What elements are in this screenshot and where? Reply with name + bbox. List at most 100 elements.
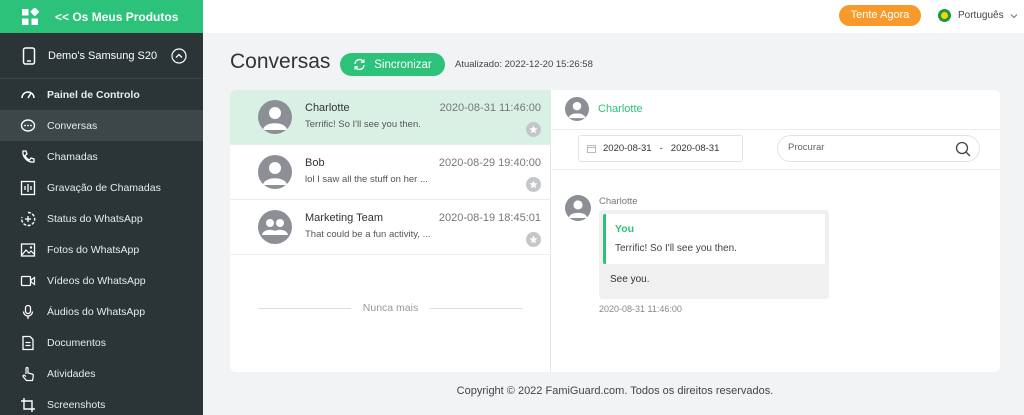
avatar	[258, 210, 292, 244]
conversation-name: Bob	[305, 157, 325, 169]
sidebar-item-call-recording[interactable]: Gravação de Chamadas	[0, 172, 203, 203]
sidebar-item-dashboard[interactable]: Painel de Controlo	[0, 79, 203, 110]
chat-header: Charlotte	[552, 90, 1000, 130]
language-selector[interactable]: Português	[938, 9, 1018, 22]
sidebar-item-label: Fotos do WhatsApp	[47, 243, 140, 256]
conversation-name: Marketing Team	[305, 212, 384, 224]
sidebar-item-label: Documentos	[47, 336, 106, 349]
page-title: Conversas	[230, 50, 331, 73]
date-range-picker[interactable]: 2020-08-31 - 2020-08-31	[578, 135, 743, 162]
conversation-list: Charlotte 2020-08-31 11:46:00 Terrific! …	[230, 90, 551, 372]
sidebar-item-label: Screenshots	[47, 398, 106, 411]
sidebar-item-whatsapp-audios[interactable]: Áudios do WhatsApp	[0, 296, 203, 327]
footer-copyright: Copyright © 2022 FamiGuard.com. Todos os…	[456, 385, 774, 397]
conversation-time: 2020-08-31 11:46:00	[439, 102, 541, 114]
search-box[interactable]	[777, 135, 980, 162]
quote-text: Terrific! So I'll see you then.	[615, 243, 737, 254]
star-icon[interactable]	[526, 232, 541, 247]
message-bubble: You Terrific! So I'll see you then. See …	[599, 210, 829, 299]
list-end-divider: Nunca mais	[258, 302, 524, 314]
sidebar-header: << Os Meus Produtos	[0, 0, 203, 33]
message-sender: Charlotte	[599, 196, 638, 207]
dashboard-icon	[21, 90, 35, 98]
list-end-label: Nunca mais	[362, 302, 419, 314]
conversation-preview: lol I saw all the stuff on her ...	[305, 174, 428, 185]
user-silhouette-icon	[568, 101, 586, 119]
chat-bubble-icon	[20, 118, 36, 132]
try-now-button[interactable]: Tente Agora	[839, 5, 921, 26]
quoted-message: You Terrific! So I'll see you then.	[603, 214, 825, 264]
sidebar-item-label: Painel de Controlo	[47, 88, 140, 101]
conversation-preview: That could be a fun activity, ...	[305, 229, 431, 240]
avatar	[258, 155, 292, 189]
document-icon	[22, 335, 34, 350]
date-from: 2020-08-31	[603, 143, 652, 154]
device-name: Demo's Samsung S20	[48, 49, 158, 62]
sidebar-item-documents[interactable]: Documentos	[0, 327, 203, 358]
user-silhouette-icon	[568, 200, 588, 218]
crop-icon	[21, 397, 35, 412]
conversation-item[interactable]: Marketing Team 2020-08-19 18:45:01 That …	[230, 200, 551, 255]
sidebar-item-label: Vídeos do WhatsApp	[47, 274, 146, 287]
search-icon[interactable]	[955, 141, 971, 157]
user-silhouette-icon	[263, 107, 287, 130]
date-separator: -	[659, 143, 663, 154]
conversation-item[interactable]: Bob 2020-08-29 19:40:00 lol I saw all th…	[230, 145, 551, 200]
sidebar-item-label: Chamadas	[47, 150, 98, 163]
chat-contact-name: Charlotte	[598, 103, 643, 115]
conversation-time: 2020-08-19 18:45:01	[438, 212, 541, 224]
sidebar-item-label: Gravação de Chamadas	[47, 181, 161, 194]
group-icon	[262, 219, 288, 235]
sidebar-item-label: Status do WhatsApp	[47, 212, 143, 225]
sidebar-item-screenshots[interactable]: Screenshots	[0, 389, 203, 415]
search-input[interactable]	[788, 142, 938, 153]
calendar-icon	[587, 145, 596, 153]
star-icon[interactable]	[526, 122, 541, 137]
conversations-panel: Charlotte 2020-08-31 11:46:00 Terrific! …	[230, 90, 1000, 372]
brazil-flag-icon	[938, 9, 951, 22]
sidebar-item-conversations[interactable]: Conversas	[0, 110, 203, 141]
my-products-link[interactable]: << Os Meus Produtos	[55, 10, 178, 24]
user-silhouette-icon	[263, 162, 287, 185]
sidebar: << Os Meus Produtos Demo's Samsung S20 P…	[0, 0, 203, 415]
refresh-icon	[354, 58, 365, 71]
sidebar-item-calls[interactable]: Chamadas	[0, 141, 203, 172]
sync-label: Sincronizar	[374, 58, 432, 71]
conversation-preview: Terrific! So I'll see you then.	[305, 119, 421, 130]
avatar	[258, 100, 292, 134]
image-icon	[20, 242, 36, 257]
language-label: Português	[958, 10, 1004, 21]
hand-pointer-icon	[22, 366, 34, 381]
video-icon	[20, 275, 36, 286]
chat-pane: Charlotte 2020-08-31 - 2020-08-31 Charlo…	[552, 90, 1000, 372]
conversation-item[interactable]: Charlotte 2020-08-31 11:46:00 Terrific! …	[230, 90, 551, 145]
apps-grid-icon[interactable]	[21, 7, 39, 26]
status-icon	[20, 211, 36, 226]
message-time: 2020-08-31 11:46:00	[599, 304, 682, 314]
sidebar-item-whatsapp-videos[interactable]: Vídeos do WhatsApp	[0, 265, 203, 296]
quote-author: You	[615, 223, 635, 235]
sidebar-item-whatsapp-status[interactable]: Status do WhatsApp	[0, 203, 203, 234]
call-recording-icon	[20, 180, 36, 195]
star-icon[interactable]	[526, 177, 541, 192]
avatar	[565, 195, 591, 221]
date-to: 2020-08-31	[670, 143, 720, 154]
avatar	[565, 97, 589, 121]
device-selector[interactable]: Demo's Samsung S20	[0, 33, 203, 79]
sidebar-item-label: Áudios do WhatsApp	[47, 305, 146, 318]
smartphone-icon	[22, 46, 36, 65]
sidebar-item-whatsapp-photos[interactable]: Fotos do WhatsApp	[0, 234, 203, 265]
chat-filters: 2020-08-31 - 2020-08-31	[552, 130, 1000, 170]
chevron-up-icon[interactable]	[171, 47, 187, 64]
sidebar-item-label: Atividades	[47, 367, 96, 380]
conversation-name: Charlotte	[305, 102, 350, 114]
message-text: See you.	[610, 274, 650, 285]
sidebar-item-label: Conversas	[47, 119, 98, 132]
chevron-down-icon	[1010, 13, 1017, 18]
last-updated: Atualizado: 2022-12-20 15:26:58	[455, 59, 593, 70]
sync-button[interactable]: Sincronizar	[340, 53, 445, 76]
microphone-icon	[22, 304, 34, 319]
conversation-time: 2020-08-29 19:40:00	[438, 157, 541, 169]
sidebar-item-activities[interactable]: Atividades	[0, 358, 203, 389]
phone-icon	[22, 149, 35, 163]
